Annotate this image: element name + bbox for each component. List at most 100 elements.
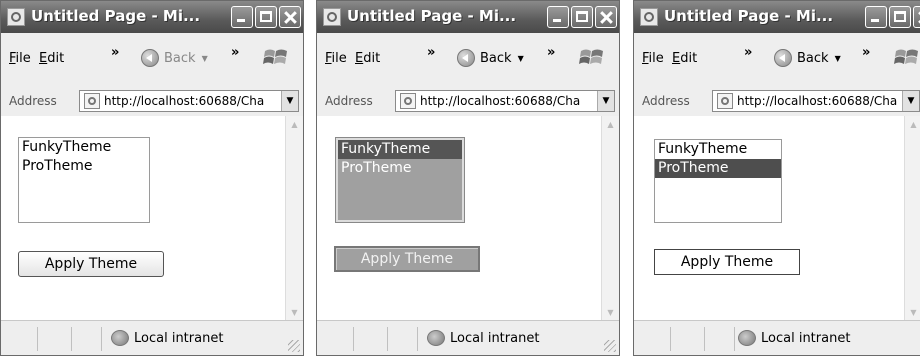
- address-dropdown-icon[interactable]: ▼: [597, 91, 614, 111]
- status-segment: [634, 327, 671, 351]
- menu-toolbar: File Edit » Back ▼ »: [1, 33, 303, 88]
- listbox-option-pro[interactable]: ProTheme: [338, 159, 462, 178]
- address-input[interactable]: http://localhost:60688/Cha ▼: [712, 90, 920, 112]
- menu-edit[interactable]: Edit: [672, 51, 697, 66]
- back-dropdown-icon[interactable]: ▼: [518, 54, 524, 63]
- toolbar-overflow-chevron-icon[interactable]: »: [547, 45, 555, 60]
- address-value: http://localhost:60688/Cha: [737, 94, 898, 108]
- ie-page-icon: [717, 93, 733, 109]
- scroll-up-icon[interactable]: ▲: [286, 116, 303, 133]
- resize-grip-icon[interactable]: [604, 340, 616, 352]
- back-label: Back: [164, 50, 196, 66]
- close-icon[interactable]: [913, 6, 920, 28]
- window-title: Untitled Page - Mi...: [347, 7, 517, 25]
- menu-file[interactable]: File: [325, 51, 347, 66]
- listbox-option-funky[interactable]: FunkyTheme: [655, 140, 781, 159]
- minimize-icon[interactable]: [865, 6, 887, 28]
- menu-overflow-chevron-icon[interactable]: »: [427, 45, 435, 60]
- status-segment: [353, 327, 388, 351]
- back-arrow-icon: [141, 49, 159, 67]
- scroll-up-icon[interactable]: ▲: [602, 116, 619, 133]
- menu-overflow-chevron-icon[interactable]: »: [744, 45, 752, 60]
- back-button[interactable]: Back ▼: [457, 47, 524, 69]
- address-label: Address: [9, 94, 57, 108]
- back-arrow-icon: [774, 49, 792, 67]
- status-bar: Local intranet: [317, 320, 619, 355]
- apply-theme-button[interactable]: Apply Theme: [654, 249, 800, 275]
- address-value: http://localhost:60688/Cha: [104, 94, 265, 108]
- apply-theme-button[interactable]: Apply Theme: [18, 251, 164, 277]
- status-segment: [317, 327, 354, 351]
- toolbar-overflow-chevron-icon[interactable]: »: [862, 45, 870, 60]
- menu-edit[interactable]: Edit: [39, 51, 64, 66]
- listbox-option-pro[interactable]: ProTheme: [655, 159, 781, 178]
- scroll-up-icon[interactable]: ▲: [905, 116, 920, 133]
- address-label: Address: [642, 94, 690, 108]
- scroll-down-icon[interactable]: ▼: [905, 304, 920, 321]
- window-title: Untitled Page - Mi...: [664, 7, 834, 25]
- vertical-scrollbar[interactable]: ▲ ▼: [285, 116, 303, 321]
- listbox-option-funky[interactable]: FunkyTheme: [19, 138, 149, 157]
- address-bar: Address http://localhost:60688/Cha ▼: [317, 87, 619, 117]
- ie-page-icon: [323, 8, 341, 26]
- status-segment: [670, 327, 705, 351]
- minimize-icon[interactable]: [547, 6, 569, 28]
- maximize-icon[interactable]: [255, 6, 277, 28]
- back-button[interactable]: Back ▼: [774, 47, 841, 69]
- back-arrow-icon: [457, 49, 475, 67]
- zone-label: Local intranet: [450, 330, 540, 346]
- back-dropdown-icon[interactable]: ▼: [202, 54, 208, 63]
- back-button[interactable]: Back ▼: [141, 47, 208, 69]
- vertical-scrollbar[interactable]: ▲ ▼: [904, 116, 920, 321]
- page-content: FunkyTheme ProTheme Apply Theme ▲ ▼: [1, 116, 303, 321]
- title-bar[interactable]: Untitled Page - Mi...: [1, 1, 303, 33]
- address-value: http://localhost:60688/Cha: [420, 94, 581, 108]
- toolbar-overflow-chevron-icon[interactable]: »: [231, 45, 239, 60]
- maximize-icon[interactable]: [889, 6, 911, 28]
- menu-file[interactable]: File: [9, 51, 31, 66]
- security-zone: Local intranet: [427, 328, 539, 348]
- window-title: Untitled Page - Mi...: [31, 7, 201, 25]
- browser-window-1: Untitled Page - Mi... File Edit » Back ▼…: [0, 0, 304, 356]
- page-content: FunkyTheme ProTheme Apply Theme ▲ ▼: [317, 116, 619, 321]
- resize-grip-icon[interactable]: [288, 340, 300, 352]
- status-bar: Local intranet: [634, 320, 920, 355]
- maximize-icon[interactable]: [571, 6, 593, 28]
- menu-toolbar: File Edit » Back ▼ »: [634, 33, 920, 88]
- browser-window-3: Untitled Page - Mi... File Edit » Back ▼…: [633, 0, 920, 356]
- theme-listbox[interactable]: FunkyTheme ProTheme: [654, 139, 782, 223]
- back-dropdown-icon[interactable]: ▼: [835, 54, 841, 63]
- zone-label: Local intranet: [761, 330, 851, 346]
- close-icon[interactable]: [279, 6, 301, 28]
- scroll-down-icon[interactable]: ▼: [602, 304, 619, 321]
- listbox-option-pro[interactable]: ProTheme: [19, 157, 149, 176]
- vertical-scrollbar[interactable]: ▲ ▼: [601, 116, 619, 321]
- apply-theme-button[interactable]: Apply Theme: [334, 246, 480, 272]
- scroll-down-icon[interactable]: ▼: [286, 304, 303, 321]
- status-segment: [704, 327, 735, 351]
- address-dropdown-icon[interactable]: ▼: [902, 91, 919, 111]
- address-input[interactable]: http://localhost:60688/Cha ▼: [395, 90, 615, 112]
- menu-toolbar: File Edit » Back ▼ »: [317, 33, 619, 88]
- listbox-option-funky[interactable]: FunkyTheme: [338, 140, 462, 159]
- minimize-icon[interactable]: [231, 6, 253, 28]
- status-bar: Local intranet: [1, 320, 303, 355]
- menu-overflow-chevron-icon[interactable]: »: [111, 45, 119, 60]
- title-bar[interactable]: Untitled Page - Mi...: [634, 1, 920, 33]
- windows-logo-icon: [579, 49, 603, 64]
- theme-listbox[interactable]: FunkyTheme ProTheme: [335, 137, 465, 223]
- close-icon[interactable]: [595, 6, 617, 28]
- security-zone: Local intranet: [738, 328, 850, 348]
- security-zone: Local intranet: [111, 328, 223, 348]
- menu-edit[interactable]: Edit: [355, 51, 380, 66]
- status-segment: [387, 327, 418, 351]
- address-dropdown-icon[interactable]: ▼: [281, 91, 298, 111]
- title-bar[interactable]: Untitled Page - Mi...: [317, 1, 619, 33]
- theme-listbox[interactable]: FunkyTheme ProTheme: [18, 137, 150, 223]
- address-bar: Address http://localhost:60688/Cha ▼: [634, 87, 920, 117]
- back-label: Back: [797, 50, 829, 66]
- menu-file[interactable]: File: [642, 51, 664, 66]
- status-segment: [37, 327, 72, 351]
- ie-page-icon: [640, 8, 658, 26]
- address-input[interactable]: http://localhost:60688/Cha ▼: [79, 90, 299, 112]
